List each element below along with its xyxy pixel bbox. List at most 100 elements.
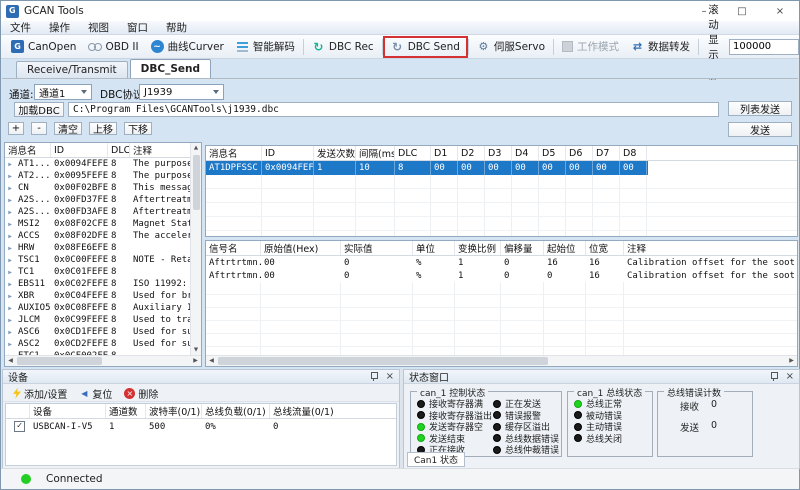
message-row[interactable]: ▶XBR0x0C04FEFE8Used for brake c [5,290,190,302]
column-header[interactable]: 信号名 [206,241,261,255]
scrollbar-thumb[interactable] [17,357,102,365]
send-row-selected[interactable]: AT1DPFSSC0x0094FEFE11080000000000000000 [206,161,648,175]
menu-item[interactable]: 帮助 [157,20,196,35]
horizontal-scrollbar[interactable]: ◀ ▶ [5,355,201,366]
tab[interactable]: DBC_Send [130,59,211,78]
expand-arrow-icon[interactable]: ▶ [5,269,15,276]
message-row[interactable]: ▶TSC10x0C00FEFE8NOTE - Retarder [5,254,190,266]
dbc-path-field[interactable]: C:\Program Files\GCANTools\j1939.dbc [68,102,719,117]
message-row[interactable]: ▶MSI20x08F02CFE8Magnet Status In [5,218,190,230]
toolbar-button[interactable]: ⇄数据转发 [625,37,696,57]
menu-item[interactable]: 视图 [79,20,118,35]
column-header[interactable]: 实际值 [341,241,413,255]
toolbar-button[interactable]: 智能解码 [230,37,301,57]
signal-row-empty[interactable] [206,321,797,334]
message-row[interactable]: ▶JLCM0x0C99FEFE8Used to transfer [5,314,190,326]
scroll-frames-input[interactable] [729,39,799,55]
close-button[interactable]: × [761,1,799,21]
column-header[interactable]: D2 [458,146,485,160]
expand-arrow-icon[interactable]: ▶ [5,221,15,228]
expand-arrow-icon[interactable]: ▶ [5,161,15,168]
message-row[interactable]: ▶ACCS0x08F02DFE8The acceleratio [5,230,190,242]
column-header[interactable]: 位宽 [586,241,624,255]
column-header[interactable]: 消息名 [206,146,262,160]
add-row-button[interactable]: + [8,122,24,135]
move-up-button[interactable]: 上移 [89,122,117,135]
message-row[interactable]: ▶ASC20x0CD2FEFE8Used for suspens [5,338,190,350]
scroll-right-icon[interactable]: ▶ [190,356,201,366]
list-send-button[interactable]: 列表发送 [728,101,792,116]
toolbar-button[interactable]: ↻DBC Rec [306,37,380,57]
device-checkbox[interactable]: ✓ [14,421,25,432]
expand-arrow-icon[interactable]: ▶ [5,185,15,192]
tab[interactable]: Receive/Transmit [16,61,128,78]
expand-arrow-icon[interactable]: ▶ [5,281,15,288]
send-button[interactable]: 发送 [728,122,792,137]
signal-row-empty[interactable] [206,308,797,321]
scrollbar-thumb[interactable] [193,155,200,210]
expand-arrow-icon[interactable]: ▶ [5,293,15,300]
send-row-empty[interactable] [206,217,797,231]
pin-icon[interactable] [369,372,378,382]
toolbar-button[interactable]: 工作模式 [556,37,625,57]
vertical-scrollbar[interactable]: ▲ ▼ [190,143,201,355]
column-header[interactable]: ID [262,146,314,160]
clear-button[interactable]: 清空 [54,122,82,135]
message-row[interactable]: ▶HRW0x08FE6EFE8 [5,242,190,254]
column-header[interactable]: D5 [539,146,566,160]
expand-arrow-icon[interactable]: ▶ [5,245,15,252]
channel-select[interactable]: 通道1 [34,84,92,100]
toolbar-button[interactable]: ↻DBC Send [385,37,466,57]
toolbar-button[interactable]: ⚙伺服Servo [471,37,551,57]
column-header[interactable]: 设备 [30,404,106,418]
signal-row-empty[interactable] [206,334,797,347]
signal-row[interactable]: Aftrtrtmn...000%10016Calibration offset … [206,269,797,282]
column-header[interactable]: 波特率(0/1) [146,404,202,418]
close-icon[interactable]: × [386,372,394,381]
column-header[interactable]: 发送次数 [314,146,356,160]
expand-arrow-icon[interactable]: ▶ [5,233,15,240]
message-row[interactable]: ▶A2S...0x00FD37FE8Aftertreatment 2 [5,194,190,206]
message-row[interactable]: ▶AUXIO50x0C08FEFE8Auxiliary Input [5,302,190,314]
column-header[interactable]: 原始值(Hex) [261,241,341,255]
expand-arrow-icon[interactable]: ▶ [5,173,15,180]
column-header[interactable]: 总线流量(0/1) [270,404,396,418]
can1-status-tab[interactable]: Can1 状态 [407,452,465,467]
send-row-empty[interactable] [206,189,797,203]
column-header[interactable]: 总线负载(0/1) [202,404,270,418]
signal-row-empty[interactable] [206,295,797,308]
column-header[interactable]: 起始位 [544,241,586,255]
expand-arrow-icon[interactable]: ▶ [5,257,15,264]
protocol-select[interactable]: J1939 [139,84,224,100]
expand-arrow-icon[interactable]: ▶ [5,197,15,204]
send-row-empty[interactable] [206,231,797,237]
scroll-left-icon[interactable]: ◀ [206,356,217,366]
toolbar-button[interactable]: GCanOpen [5,37,82,57]
column-header[interactable]: 间隔(ms) [356,146,395,160]
column-header[interactable]: D7 [593,146,620,160]
column-header[interactable]: 单位 [413,241,455,255]
column-header[interactable]: 消息名 [5,143,51,157]
column-header[interactable]: 注释 [624,241,797,255]
device-row[interactable]: ✓USBCAN-I-V515000%0 [6,419,396,434]
scroll-down-icon[interactable]: ▼ [191,345,201,355]
column-header[interactable]: 偏移量 [501,241,544,255]
remove-row-button[interactable]: - [31,122,47,135]
message-row[interactable]: ▶AT1...0x0094FEFE8The purpose of t [5,158,190,170]
expand-arrow-icon[interactable]: ▶ [5,209,15,216]
signal-row[interactable]: Aftrtrtmn...000%101616Calibration offset… [206,256,797,269]
send-row-empty[interactable] [206,175,797,189]
scroll-right-icon[interactable]: ▶ [786,356,797,366]
expand-arrow-icon[interactable]: ▶ [5,317,15,324]
menu-item[interactable]: 文件 [1,20,40,35]
expand-arrow-icon[interactable]: ▶ [5,329,15,336]
signal-row-empty[interactable] [206,282,797,295]
message-row[interactable]: ▶A2S...0x00FD3AFE8Aftertreatment 2 [5,206,190,218]
scrollbar-thumb[interactable] [218,357,548,365]
maximize-button[interactable]: □ [723,1,761,21]
column-header[interactable]: 变换比例 [455,241,501,255]
column-header[interactable]: D1 [431,146,458,160]
message-row[interactable]: ▶EBS110x0C02FEFE8ISO 11992: Towin [5,278,190,290]
column-header[interactable]: DLC [395,146,431,160]
column-header[interactable]: DLC [108,143,130,157]
